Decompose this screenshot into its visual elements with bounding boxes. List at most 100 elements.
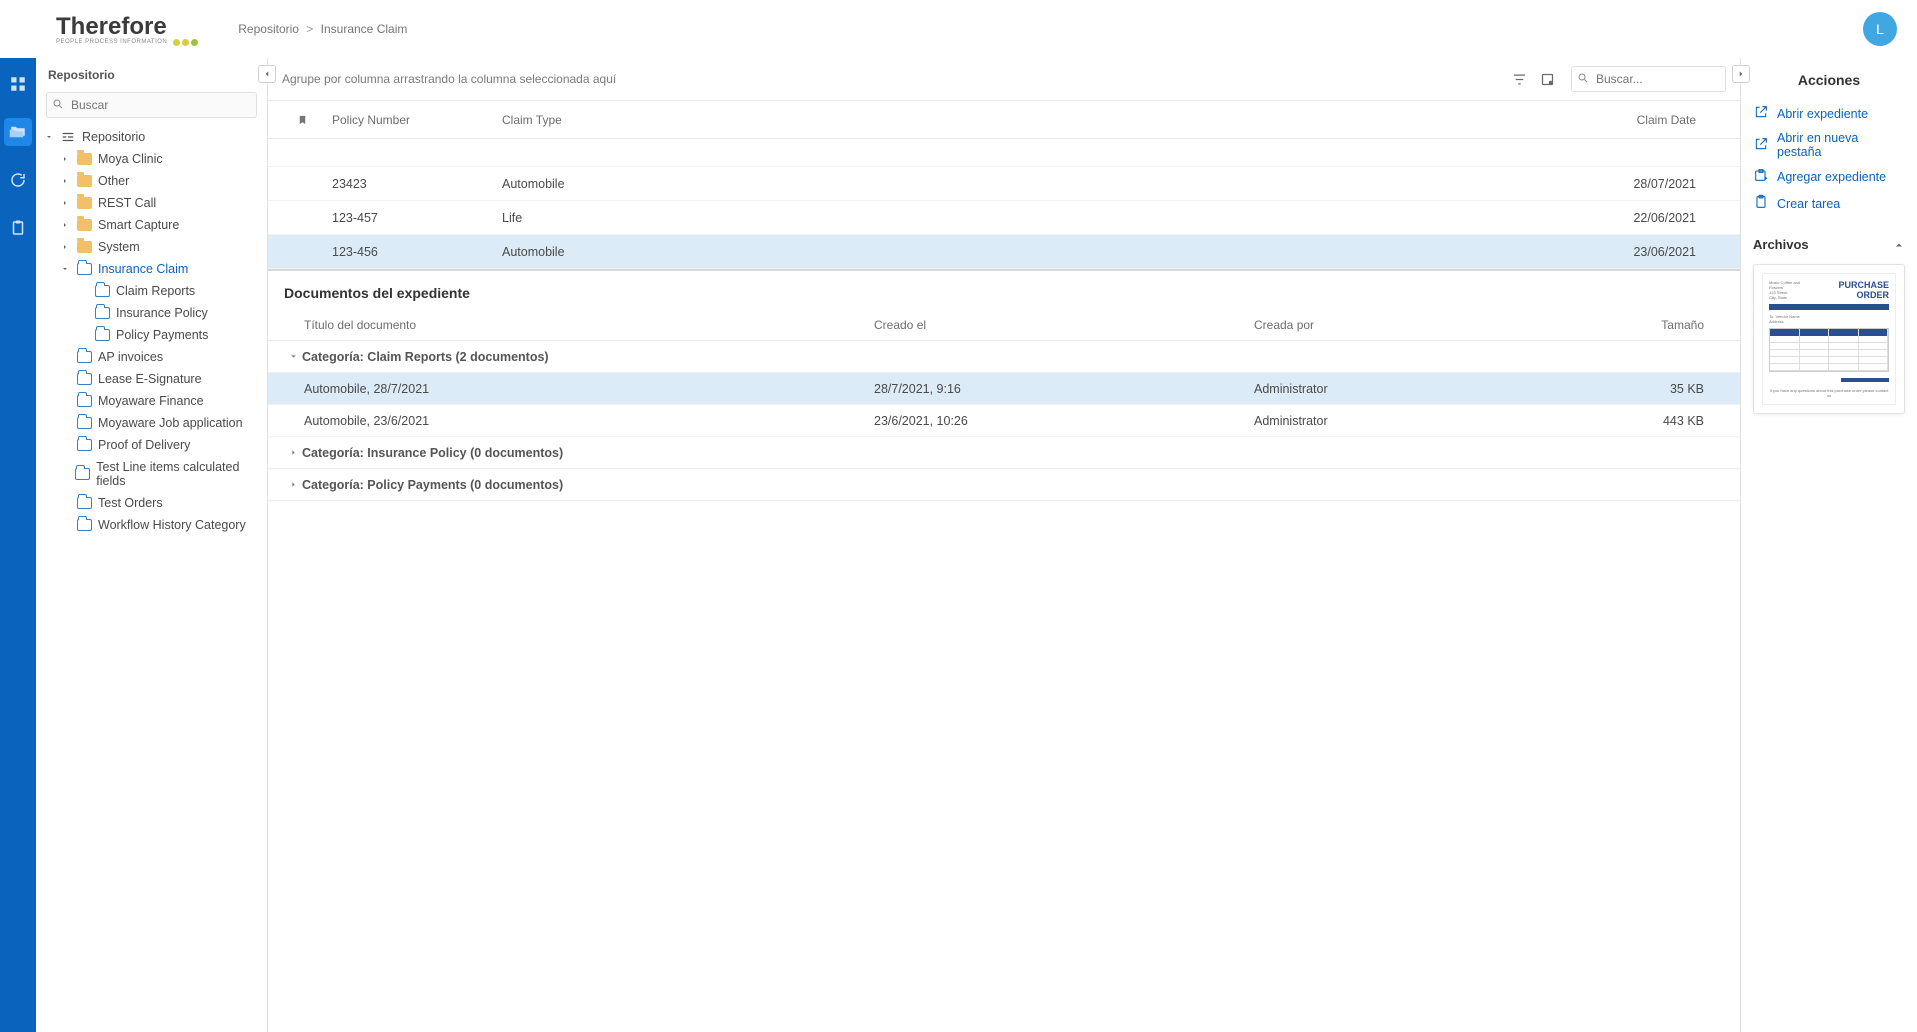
- chevron-up-icon: [1893, 239, 1905, 251]
- search-icon: [52, 98, 64, 110]
- col-doc-title[interactable]: Título del documento: [284, 318, 874, 332]
- tree-item[interactable]: Workflow History Category: [36, 514, 267, 536]
- tree-search: [46, 92, 257, 118]
- logo-text: Therefore: [56, 13, 198, 41]
- tree-item[interactable]: Moyaware Job application: [36, 412, 267, 434]
- tree-item[interactable]: AP invoices: [36, 346, 267, 368]
- grid-icon: [9, 75, 27, 93]
- docs-group[interactable]: Categoría: Policy Payments (0 documentos…: [268, 469, 1740, 501]
- action-label: Agregar expediente: [1777, 170, 1886, 184]
- action-add-case[interactable]: Agregar expediente: [1753, 163, 1905, 190]
- col-doc-size[interactable]: Tamaño: [1634, 318, 1724, 332]
- tree-item-label: Moya Clinic: [98, 152, 163, 166]
- external-icon: [1753, 104, 1769, 123]
- files-section-head[interactable]: Archivos: [1753, 237, 1905, 252]
- tree-item-label: REST Call: [98, 196, 156, 210]
- tree-item-label: Test Line items calculated fields: [96, 460, 259, 488]
- action-open-case[interactable]: Abrir expediente: [1753, 100, 1905, 127]
- cell-doc-title: Automobile, 23/6/2021: [284, 414, 874, 428]
- breadcrumb: Repositorio > Insurance Claim: [238, 22, 407, 36]
- cell-claim-date: 23/06/2021: [1596, 245, 1726, 259]
- grid-header: Policy Number Claim Type Claim Date: [268, 101, 1740, 139]
- actions-pane: Acciones Abrir expediente Abrir en nueva…: [1741, 58, 1917, 1032]
- collapse-actions-button[interactable]: [1732, 65, 1750, 83]
- docs-group[interactable]: Categoría: Claim Reports (2 documentos): [268, 341, 1740, 373]
- action-create-task[interactable]: Crear tarea: [1753, 190, 1905, 217]
- action-label: Crear tarea: [1777, 197, 1840, 211]
- grid-row[interactable]: 123-456 Automobile 23/06/2021: [268, 235, 1740, 269]
- tree-item[interactable]: Test Line items calculated fields: [36, 456, 267, 492]
- col-doc-created[interactable]: Creado el: [874, 318, 1254, 332]
- logo-tagline: PEOPLE PROCESS INFORMATION: [56, 39, 167, 45]
- rail-repository[interactable]: [4, 118, 32, 146]
- tree-item[interactable]: Insurance Claim: [36, 258, 267, 280]
- tree-item[interactable]: Lease E-Signature: [36, 368, 267, 390]
- tree-item-label: Policy Payments: [116, 328, 208, 342]
- grid-search-input[interactable]: [1571, 66, 1726, 92]
- tree-item[interactable]: Other: [36, 170, 267, 192]
- rail-tasks[interactable]: [4, 214, 32, 242]
- tree-item-label: Smart Capture: [98, 218, 179, 232]
- tree-root[interactable]: Repositorio: [36, 126, 267, 148]
- docs-row[interactable]: Automobile, 23/6/2021 23/6/2021, 10:26 A…: [268, 405, 1740, 437]
- nav-rail: [0, 0, 36, 1032]
- rail-sync[interactable]: [4, 166, 32, 194]
- external-icon: [1753, 136, 1769, 155]
- tree-item[interactable]: Proof of Delivery: [36, 434, 267, 456]
- tree-item[interactable]: Claim Reports: [36, 280, 267, 302]
- layout-icon: [1540, 72, 1555, 87]
- actions-title: Acciones: [1753, 72, 1905, 88]
- columns-button[interactable]: [1533, 67, 1561, 91]
- breadcrumb-root[interactable]: Repositorio: [238, 22, 299, 36]
- rail-dashboard[interactable]: [4, 70, 32, 98]
- docs-row[interactable]: Automobile, 28/7/2021 28/7/2021, 9:16 Ad…: [268, 373, 1740, 405]
- folders-icon: [9, 123, 27, 141]
- user-avatar[interactable]: L: [1863, 12, 1897, 46]
- cell-claim-type: Life: [502, 211, 1596, 225]
- collapse-tree-button[interactable]: [258, 65, 276, 83]
- tree-search-input[interactable]: [46, 92, 257, 118]
- action-open-new-tab[interactable]: Abrir en nueva pestaña: [1753, 127, 1905, 163]
- docs-group-label: Categoría: Policy Payments (0 documentos…: [302, 478, 563, 492]
- cell-doc-created: 23/6/2021, 10:26: [874, 414, 1254, 428]
- grid-search: [1571, 66, 1726, 92]
- file-thumbnail[interactable]: Music Coffee and Flowers123 StreetCity, …: [1753, 264, 1905, 414]
- tree-title: Repositorio: [36, 58, 267, 88]
- tree-item-label: Workflow History Category: [98, 518, 246, 532]
- tree-item-label: System: [98, 240, 140, 254]
- tree-item-label: Proof of Delivery: [98, 438, 190, 452]
- tree-root-label: Repositorio: [82, 130, 145, 144]
- breadcrumb-current[interactable]: Insurance Claim: [321, 22, 408, 36]
- filter-button[interactable]: [1505, 67, 1533, 91]
- tree-item[interactable]: Smart Capture: [36, 214, 267, 236]
- tree-item[interactable]: Policy Payments: [36, 324, 267, 346]
- tree-item[interactable]: REST Call: [36, 192, 267, 214]
- col-claim-type[interactable]: Claim Type: [502, 113, 1596, 127]
- cell-doc-size: 35 KB: [1634, 382, 1724, 396]
- docs-group-label: Categoría: Claim Reports (2 documentos): [302, 350, 549, 364]
- tree-item[interactable]: Moya Clinic: [36, 148, 267, 170]
- tree-item[interactable]: Insurance Policy: [36, 302, 267, 324]
- logo: Therefore PEOPLE PROCESS INFORMATION: [56, 13, 198, 46]
- tree-item-label: Insurance Policy: [116, 306, 208, 320]
- sync-icon: [9, 171, 27, 189]
- tree-item[interactable]: Test Orders: [36, 492, 267, 514]
- cell-doc-size: 443 KB: [1634, 414, 1724, 428]
- tree-item[interactable]: Moyaware Finance: [36, 390, 267, 412]
- grid-row[interactable]: 123-457 Life 22/06/2021: [268, 201, 1740, 235]
- col-bookmark[interactable]: [282, 113, 322, 127]
- col-claim-date[interactable]: Claim Date: [1596, 113, 1726, 127]
- docs-title: Documentos del expediente: [268, 271, 1740, 309]
- cell-claim-type: Automobile: [502, 177, 1596, 191]
- tree-pane: Repositorio Repositorio Moya Clinic Othe…: [36, 58, 268, 1032]
- cell-policy: 123-457: [322, 211, 502, 225]
- bookmark-icon: [297, 113, 308, 127]
- col-policy-number[interactable]: Policy Number: [322, 113, 502, 127]
- filter-icon: [1512, 72, 1527, 87]
- action-label: Abrir expediente: [1777, 107, 1868, 121]
- grid-row[interactable]: 23423 Automobile 28/07/2021: [268, 167, 1740, 201]
- docs-group[interactable]: Categoría: Insurance Policy (0 documento…: [268, 437, 1740, 469]
- docs-group-label: Categoría: Insurance Policy (0 documento…: [302, 446, 563, 460]
- col-doc-by[interactable]: Creada por: [1254, 318, 1634, 332]
- tree-item[interactable]: System: [36, 236, 267, 258]
